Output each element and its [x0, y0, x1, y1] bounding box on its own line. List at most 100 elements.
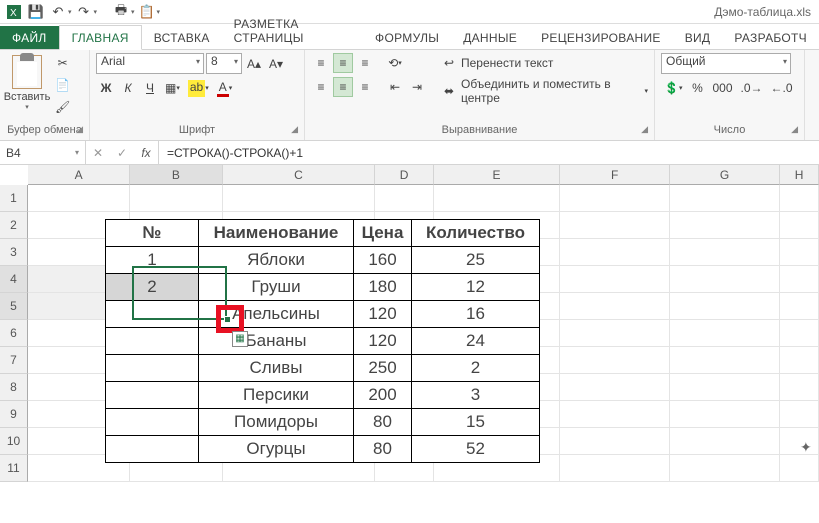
dialog-launcher-icon[interactable]: ◢	[76, 124, 83, 135]
italic-button[interactable]: К	[118, 78, 138, 98]
row-header-8[interactable]: 8	[0, 374, 28, 401]
align-middle-icon[interactable]: ≡	[333, 53, 353, 73]
copy-icon[interactable]: 📄	[52, 75, 73, 95]
col-header-F[interactable]: F	[560, 165, 670, 185]
tab-file[interactable]: ФАЙЛ	[0, 26, 59, 49]
cell-name[interactable]: Сливы	[199, 355, 354, 382]
autofill-options-icon[interactable]: ▦	[232, 331, 248, 347]
merge-center-button[interactable]: Объединить и поместить в центре	[461, 77, 638, 105]
col-header-A[interactable]: A	[28, 165, 130, 185]
cell-num[interactable]: 1	[106, 247, 199, 274]
dialog-launcher-icon[interactable]: ◢	[291, 124, 298, 135]
cell-qty[interactable]: 16	[412, 301, 540, 328]
decrease-decimal-icon[interactable]: ←.0	[768, 78, 796, 98]
formula-input[interactable]: =СТРОКА()-СТРОКА()+1	[159, 146, 819, 160]
format-painter-icon[interactable]: 🖌	[52, 97, 73, 117]
fx-icon[interactable]: fx	[134, 146, 158, 160]
underline-button[interactable]: Ч	[140, 78, 160, 98]
undo-icon[interactable]: ↶	[48, 2, 68, 22]
percent-icon[interactable]: %	[687, 78, 707, 98]
cell-qty[interactable]: 12	[412, 274, 540, 301]
row-header-6[interactable]: 6	[0, 320, 28, 347]
row-header-11[interactable]: 11	[0, 455, 28, 482]
cell-name[interactable]: Яблоки	[199, 247, 354, 274]
cut-icon[interactable]: ✂	[52, 53, 73, 73]
tab-developer[interactable]: РАЗРАБОТЧ	[722, 26, 819, 49]
row-header-5[interactable]: 5	[0, 293, 28, 320]
cell-price[interactable]: 200	[354, 382, 412, 409]
cell-qty[interactable]: 15	[412, 409, 540, 436]
tab-formulas[interactable]: ФОРМУЛЫ	[363, 26, 451, 49]
tab-view[interactable]: ВИД	[673, 26, 723, 49]
cell-name[interactable]: Груши	[199, 274, 354, 301]
tab-data[interactable]: ДАННЫЕ	[451, 26, 529, 49]
cell-num[interactable]	[106, 436, 199, 463]
row-header-9[interactable]: 9	[0, 401, 28, 428]
cell-qty[interactable]: 3	[412, 382, 540, 409]
cell-num[interactable]	[106, 328, 199, 355]
cell-price[interactable]: 160	[354, 247, 412, 274]
align-bottom-icon[interactable]: ≡	[355, 53, 375, 73]
row-headers[interactable]: 1234567891011	[0, 185, 28, 482]
bold-button[interactable]: Ж	[96, 78, 116, 98]
cancel-formula-icon[interactable]: ✕	[86, 146, 110, 160]
number-format-select[interactable]: Общий	[661, 53, 791, 74]
align-left-icon[interactable]: ≡	[311, 77, 331, 97]
decrease-indent-icon[interactable]: ⇤	[385, 77, 405, 97]
cell-num[interactable]	[106, 301, 199, 328]
row-header-7[interactable]: 7	[0, 347, 28, 374]
fill-color-icon[interactable]: ab▾	[185, 78, 212, 98]
save-icon[interactable]: 💾	[26, 2, 46, 22]
col-header-C[interactable]: C	[223, 165, 376, 185]
wrap-text-icon[interactable]: ↩	[439, 53, 459, 73]
undo-dropdown[interactable]: ▾	[68, 8, 72, 16]
worksheet-grid[interactable]: ABCDEFGH 1234567891011 № Наименование Це…	[0, 165, 819, 482]
cell-price[interactable]: 250	[354, 355, 412, 382]
redo-icon[interactable]: ↷	[74, 2, 94, 22]
cell-num[interactable]: 2	[106, 274, 199, 301]
decrease-font-icon[interactable]: A▾	[266, 54, 286, 74]
align-top-icon[interactable]: ≡	[311, 53, 331, 73]
cell-name[interactable]: Помидоры	[199, 409, 354, 436]
row-header-2[interactable]: 2	[0, 212, 28, 239]
merge-icon[interactable]: ⬌	[439, 81, 459, 101]
tab-insert[interactable]: ВСТАВКА	[142, 26, 222, 49]
align-center-icon[interactable]: ≡	[333, 77, 353, 97]
col-header-B[interactable]: B	[130, 165, 222, 185]
font-name-select[interactable]: Arial	[96, 53, 204, 74]
cell-price[interactable]: 80	[354, 436, 412, 463]
qat-icon-2[interactable]: 📋	[137, 2, 157, 22]
tab-layout[interactable]: РАЗМЕТКА СТРАНИЦЫ	[222, 12, 363, 49]
dialog-launcher-icon[interactable]: ◢	[791, 124, 798, 135]
col-header-G[interactable]: G	[670, 165, 780, 185]
row-header-1[interactable]: 1	[0, 185, 28, 212]
font-color-icon[interactable]: A▾	[214, 78, 236, 98]
increase-decimal-icon[interactable]: .0→	[738, 78, 766, 98]
wrap-text-button[interactable]: Перенести текст	[461, 56, 553, 70]
header-num[interactable]: №	[106, 220, 199, 247]
col-header-D[interactable]: D	[375, 165, 433, 185]
header-qty[interactable]: Количество	[412, 220, 540, 247]
dialog-launcher-icon[interactable]: ◢	[641, 124, 648, 135]
cell-price[interactable]: 180	[354, 274, 412, 301]
qat-icon-1[interactable]: 🖶	[111, 2, 131, 22]
cell-price[interactable]: 120	[354, 301, 412, 328]
name-box[interactable]: B4	[0, 141, 86, 164]
row-header-3[interactable]: 3	[0, 239, 28, 266]
cell-qty[interactable]: 2	[412, 355, 540, 382]
paste-button[interactable]: Вставить ▾	[6, 53, 48, 111]
header-price[interactable]: Цена	[354, 220, 412, 247]
increase-font-icon[interactable]: A▴	[244, 54, 264, 74]
cell-name[interactable]: Персики	[199, 382, 354, 409]
cell-qty[interactable]: 52	[412, 436, 540, 463]
cell-price[interactable]: 80	[354, 409, 412, 436]
tab-review[interactable]: РЕЦЕНЗИРОВАНИЕ	[529, 26, 673, 49]
header-name[interactable]: Наименование	[199, 220, 354, 247]
row-header-10[interactable]: 10	[0, 428, 28, 455]
cell-qty[interactable]: 25	[412, 247, 540, 274]
row-header-4[interactable]: 4	[0, 266, 28, 293]
accounting-icon[interactable]: 💲▾	[661, 78, 685, 98]
font-size-select[interactable]: 8	[206, 53, 242, 74]
comma-icon[interactable]: 000	[709, 78, 735, 98]
cell-qty[interactable]: 24	[412, 328, 540, 355]
